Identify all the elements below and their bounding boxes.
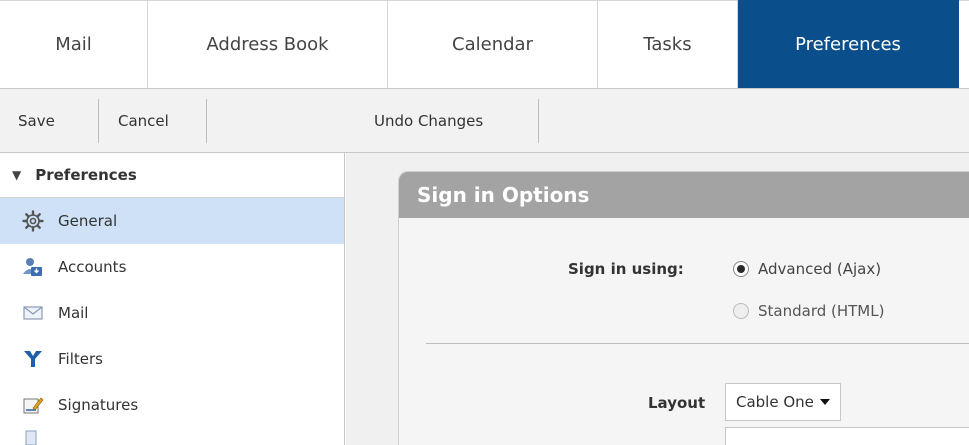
sidebar-item-label: Filters (58, 350, 103, 368)
undo-changes-button[interactable]: Undo Changes (374, 101, 483, 141)
cancel-button[interactable]: Cancel (118, 101, 169, 141)
sidebar-item-general[interactable]: General (0, 198, 344, 244)
chevron-down-icon (819, 399, 830, 405)
tab-bar-filler (959, 0, 969, 88)
tab-tasks[interactable]: Tasks (598, 0, 738, 88)
tab-calendar[interactable]: Calendar (388, 0, 598, 88)
save-button[interactable]: Save (18, 101, 55, 141)
sidebar-item-partial[interactable] (0, 428, 344, 445)
sidebar-item-filters[interactable]: Filters (0, 336, 344, 382)
radio-label: Advanced (Ajax) (758, 260, 882, 278)
section-divider (426, 343, 969, 344)
radio-unchecked-icon[interactable] (733, 303, 749, 319)
preferences-sidebar: ▼ Preferences General Accounts Mail Filt… (0, 153, 345, 445)
tab-preferences[interactable]: Preferences (738, 0, 959, 88)
accounts-icon (22, 256, 44, 278)
radio-advanced-ajax[interactable]: Advanced (Ajax) (733, 260, 881, 278)
panel-title: Sign in Options (399, 172, 969, 218)
sidebar-item-mail[interactable]: Mail (0, 290, 344, 336)
sidebar-item-label: Signatures (58, 396, 139, 414)
sidebar-item-label: General (58, 212, 118, 230)
next-select-partial[interactable] (725, 427, 969, 445)
sidebar-item-signatures[interactable]: Signatures (0, 382, 344, 428)
top-tab-bar: Mail Address Book Calendar Tasks Prefere… (0, 0, 969, 89)
radio-label: Standard (HTML) (758, 302, 885, 320)
radio-standard-html[interactable]: Standard (HTML) (733, 302, 884, 320)
gear-icon (22, 210, 44, 232)
layout-label: Layout (648, 394, 706, 412)
sign-in-options-panel: Sign in Options Sign in using: Advanced … (398, 171, 969, 445)
sign-in-using-label: Sign in using: (568, 260, 684, 278)
layout-select-value: Cable One (736, 393, 814, 411)
radio-checked-icon[interactable] (733, 261, 749, 277)
layout-select[interactable]: Cable One (725, 383, 841, 421)
sidebar-item-label: Mail (58, 304, 89, 322)
toolbar-separator (98, 99, 99, 143)
toolbar-separator (206, 99, 207, 143)
signature-icon (22, 394, 44, 416)
toolbar: Save Cancel Undo Changes (0, 89, 969, 153)
main-content: Sign in Options Sign in using: Advanced … (346, 153, 969, 445)
partial-icon (22, 427, 44, 445)
toolbar-separator (538, 99, 539, 143)
mail-icon (22, 302, 44, 324)
filters-icon (22, 348, 44, 370)
sidebar-header-label: Preferences (35, 166, 137, 184)
sidebar-header[interactable]: ▼ Preferences (0, 153, 344, 198)
tab-address-book[interactable]: Address Book (148, 0, 388, 88)
sidebar-item-accounts[interactable]: Accounts (0, 244, 344, 290)
tab-mail[interactable]: Mail (0, 0, 148, 88)
collapse-triangle-icon[interactable]: ▼ (12, 168, 21, 182)
sidebar-item-label: Accounts (58, 258, 127, 276)
